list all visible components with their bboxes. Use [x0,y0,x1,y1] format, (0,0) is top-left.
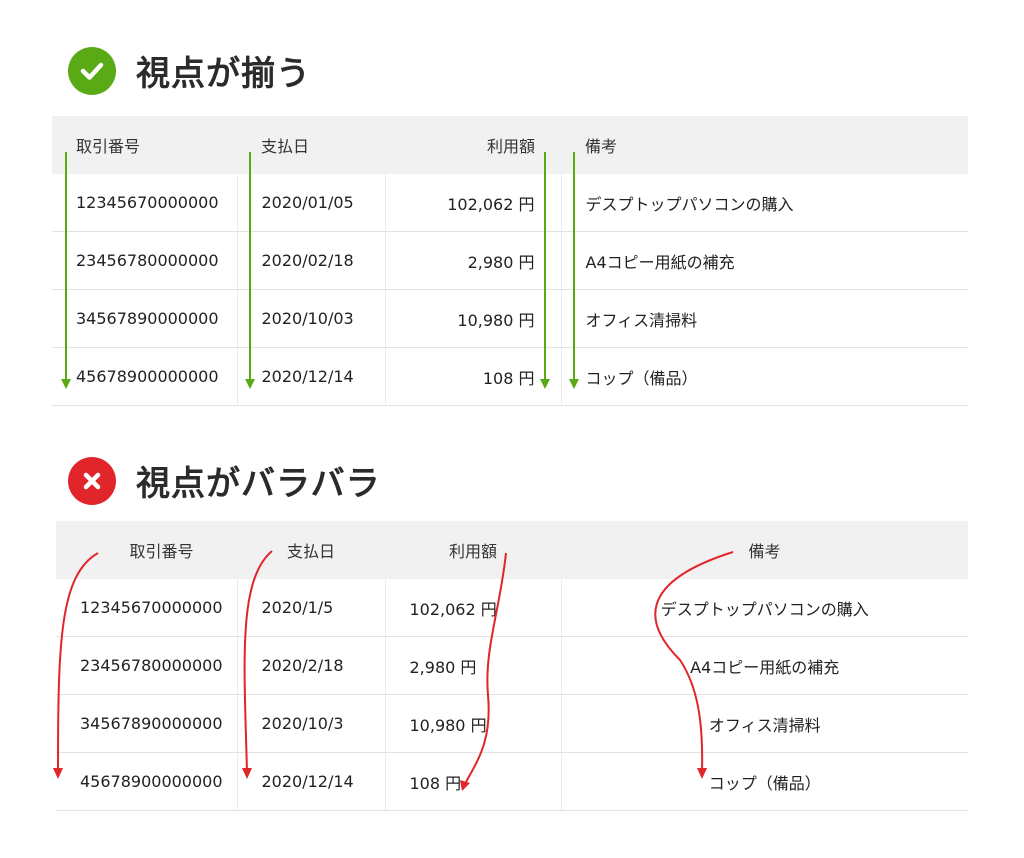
column-header-payment-date: 支払日 [237,521,385,579]
table-row: 34567890000000 2020/10/3 10,980 円 オフィス清掃… [56,694,968,753]
cell-transaction-id: 34567890000000 [52,289,237,348]
cell-payment-date: 2020/10/03 [236,289,385,348]
table-row: 23456780000000 2020/2/18 2,980 円 A4コピー用紙… [56,636,968,695]
cell-amount: 10,980 円 [384,289,561,348]
cell-payment-date: 2020/2/18 [236,636,385,695]
cell-transaction-id: 12345670000000 [52,174,237,232]
cell-payment-date: 2020/1/5 [236,579,385,637]
cell-transaction-id: 45678900000000 [56,752,237,811]
cell-transaction-id: 23456780000000 [56,636,237,695]
cell-note: オフィス清掃料 [560,694,968,753]
table-row: 23456780000000 2020/02/18 2,980 円 A4コピー用… [52,231,968,290]
column-header-note: 備考 [561,521,968,579]
cell-note: A4コピー用紙の補充 [560,636,968,695]
table-row: 12345670000000 2020/01/05 102,062 円 デスプト… [52,174,968,232]
cell-transaction-id: 23456780000000 [52,231,237,290]
table-row: 45678900000000 2020/12/14 108 円 コップ（備品） [52,347,968,406]
cell-payment-date: 2020/10/3 [236,694,385,753]
table-row: 12345670000000 2020/1/5 102,062 円 デスプトップ… [56,579,968,637]
cell-note: コップ（備品） [560,752,968,811]
check-icon [68,46,116,95]
table-row: 45678900000000 2020/12/14 108 円 コップ（備品） [56,752,968,811]
cell-payment-date: 2020/01/05 [236,174,385,232]
table-header-row: 取引番号 支払日 利用額 備考 [56,521,968,579]
bad-example-heading: 視点がバラバラ [68,456,381,505]
cell-note: オフィス清掃料 [560,289,968,348]
cell-amount: 102,062 円 [384,174,561,232]
cell-transaction-id: 45678900000000 [52,347,237,406]
good-example-table: 取引番号 支払日 利用額 備考 12345670000000 2020/01/0… [52,116,968,406]
cell-payment-date: 2020/12/14 [236,347,385,406]
good-example-title: 視点が揃う [136,54,311,94]
table-header-row: 取引番号 支払日 利用額 備考 [52,116,968,174]
cell-note: デスプトップパソコンの購入 [560,174,968,232]
column-header-amount: 利用額 [385,521,561,579]
column-header-transaction-id: 取引番号 [52,116,237,174]
bad-example-title: 視点がバラバラ [136,464,381,504]
column-header-note: 備考 [561,116,968,174]
good-example-heading: 視点が揃う [68,46,311,95]
cell-note: A4コピー用紙の補充 [560,231,968,290]
bad-example-table: 取引番号 支払日 利用額 備考 12345670000000 2020/1/5 … [56,521,968,811]
cell-payment-date: 2020/12/14 [236,752,385,811]
cell-note: コップ（備品） [560,347,968,406]
table-row: 34567890000000 2020/10/03 10,980 円 オフィス清… [52,289,968,348]
column-header-transaction-id: 取引番号 [56,521,237,579]
cell-transaction-id: 12345670000000 [56,579,237,637]
column-header-amount: 利用額 [385,116,561,174]
cell-amount: 108 円 [384,347,561,406]
cell-amount: 2,980 円 [384,231,561,290]
cell-payment-date: 2020/02/18 [236,231,385,290]
cell-transaction-id: 34567890000000 [56,694,237,753]
cell-note: デスプトップパソコンの購入 [560,579,968,637]
cell-amount: 102,062 円 [384,579,561,637]
cell-amount: 10,980 円 [384,694,561,753]
cell-amount: 2,980 円 [384,636,561,695]
cross-icon [68,456,116,505]
column-header-payment-date: 支払日 [237,116,385,174]
cell-amount: 108 円 [384,752,561,811]
